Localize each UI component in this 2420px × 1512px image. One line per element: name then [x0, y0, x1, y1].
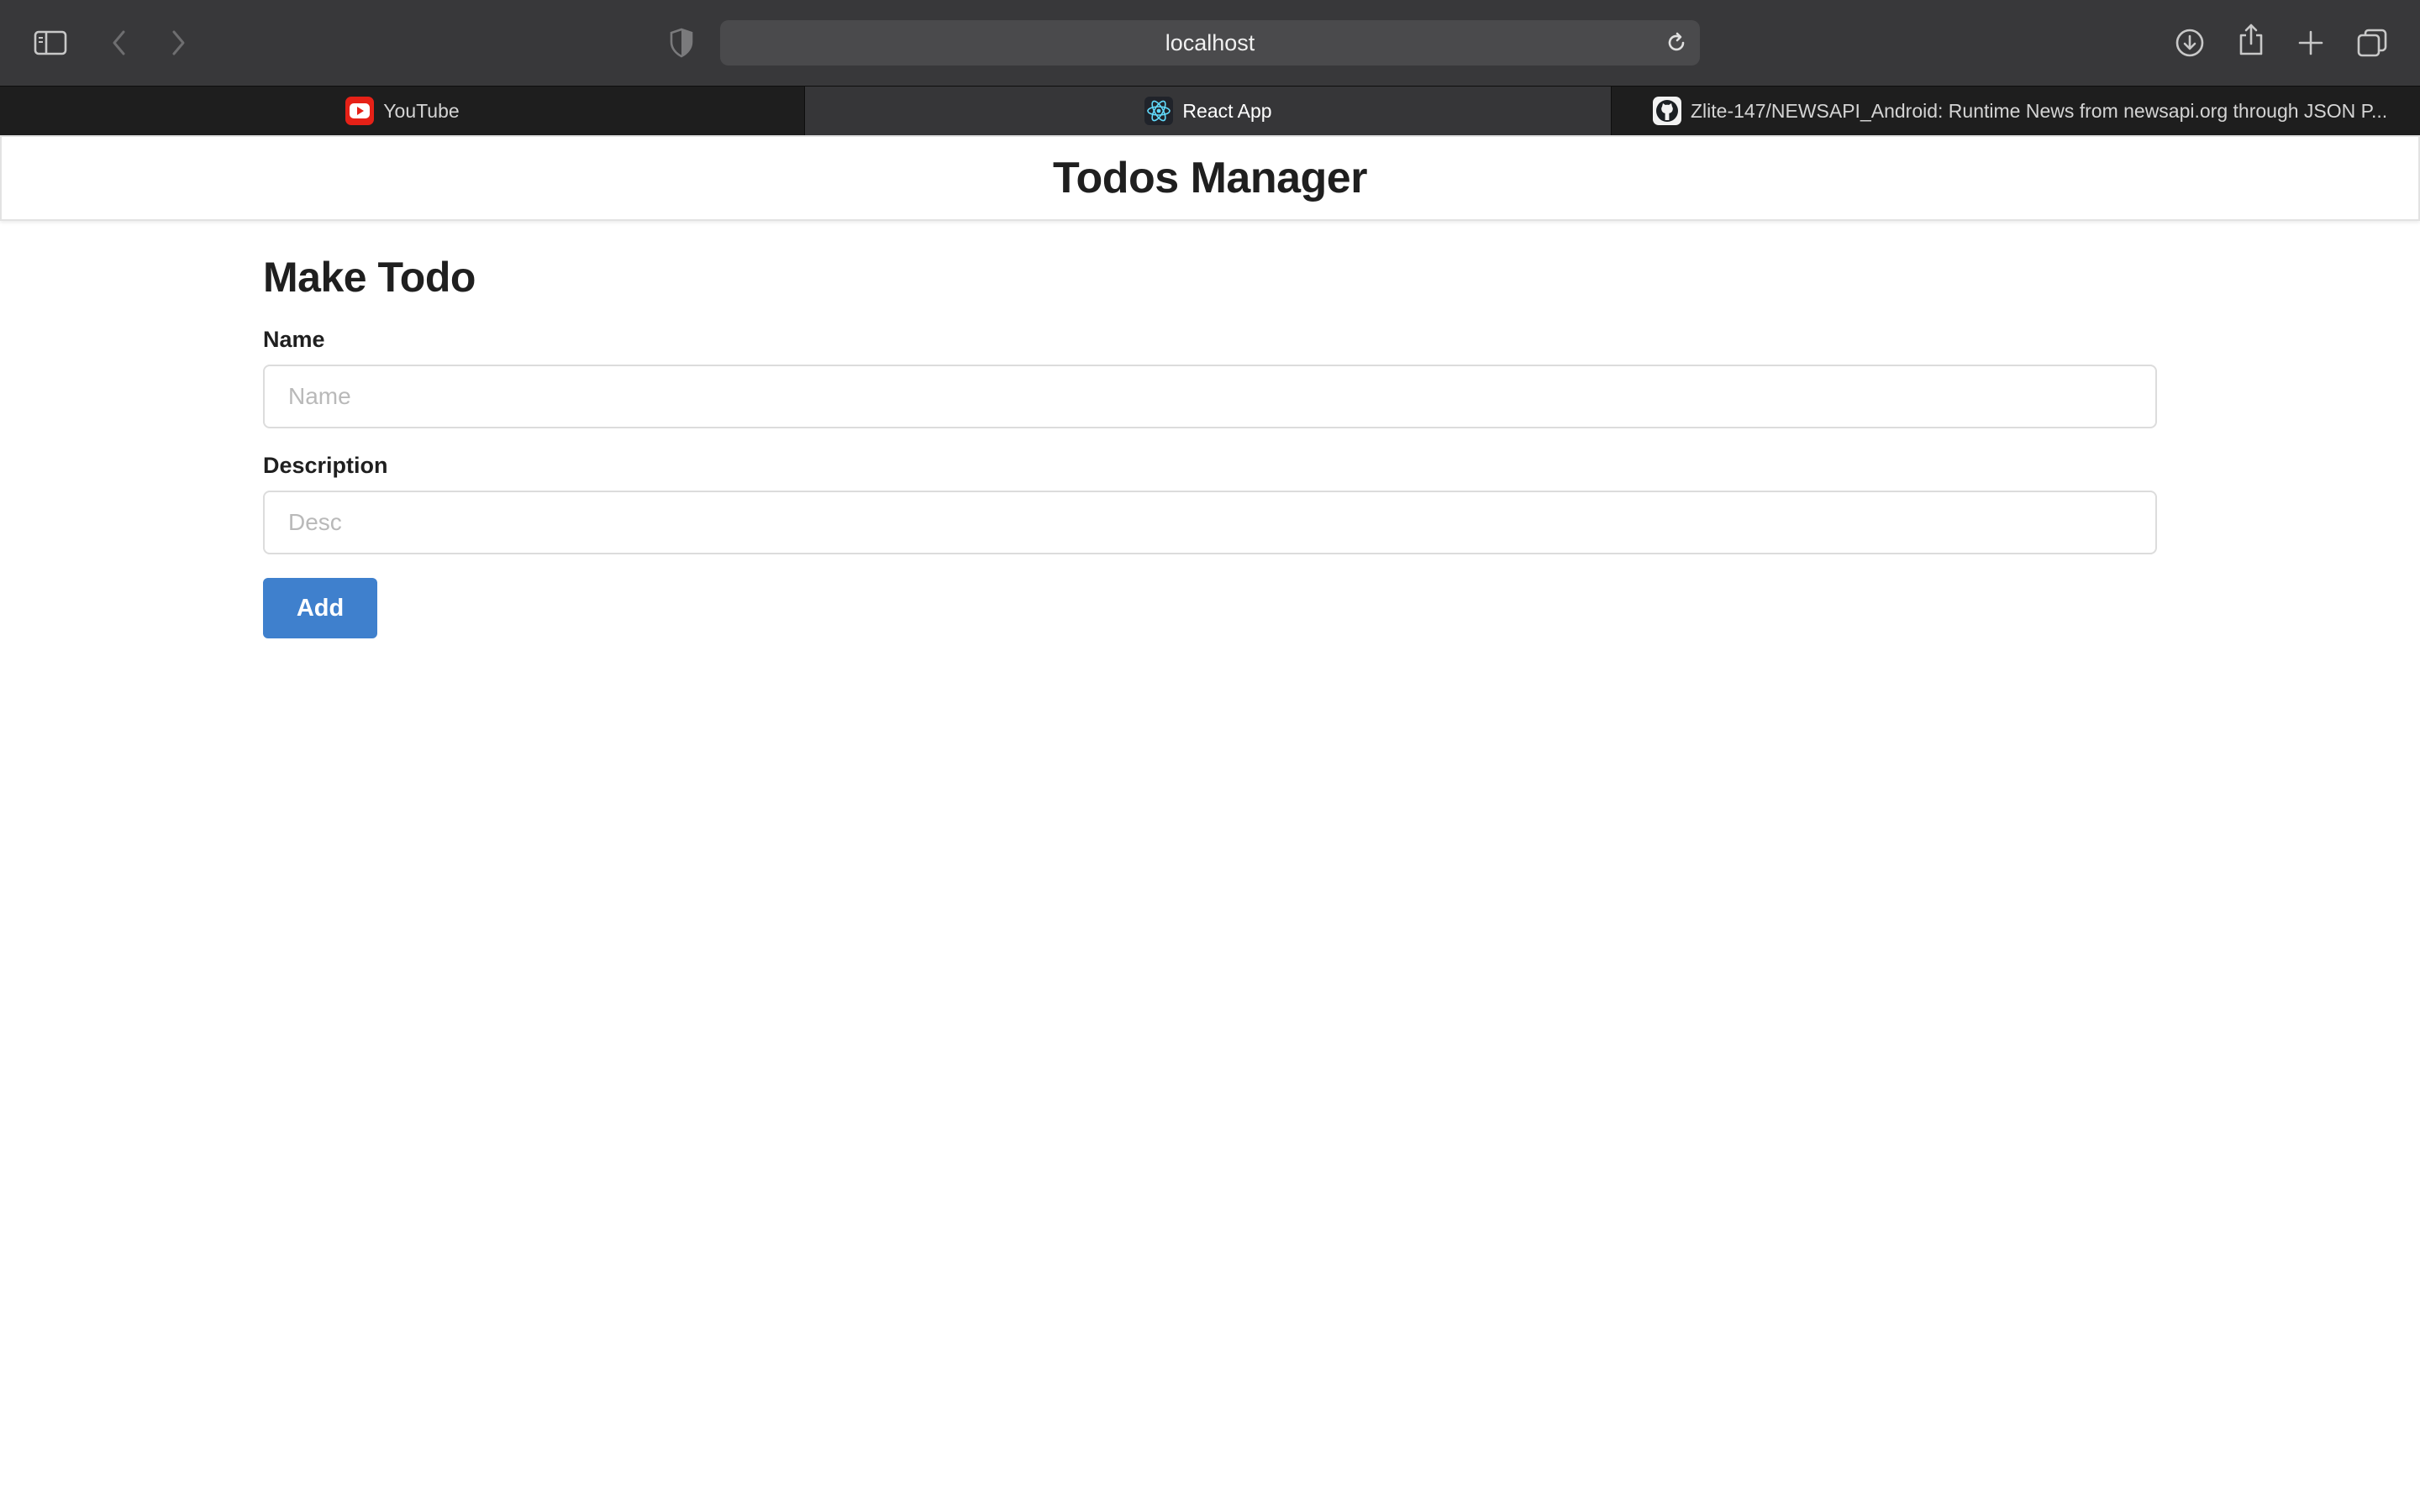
github-icon: [1652, 96, 1682, 126]
add-button[interactable]: Add: [263, 578, 377, 638]
tabs-overview-icon[interactable]: [2355, 26, 2389, 60]
app-header: Todos Manager: [0, 135, 2420, 221]
description-label: Description: [263, 453, 388, 478]
url-text: localhost: [1165, 29, 1255, 55]
tab-github[interactable]: Zlite-147/NEWSAPI_Android: Runtime News …: [1612, 87, 2420, 135]
share-icon[interactable]: [2234, 23, 2268, 56]
reload-icon[interactable]: [1665, 31, 1688, 55]
app-title: Todos Manager: [1053, 154, 1367, 202]
chevron-left-icon[interactable]: [103, 26, 136, 60]
shield-icon[interactable]: [665, 26, 698, 60]
web-page: Todos Manager Make Todo Name Description…: [0, 135, 2420, 1512]
tab-label: React App: [1182, 99, 1272, 122]
tab-label: Zlite-147/NEWSAPI_Android: Runtime News …: [1691, 99, 2388, 122]
download-icon[interactable]: [2173, 26, 2207, 60]
name-label: Name: [263, 327, 325, 352]
tab-react-app[interactable]: React App: [805, 87, 1612, 135]
browser-toolbar: localhost: [0, 0, 2420, 86]
name-input[interactable]: [263, 365, 2157, 428]
tab-youtube[interactable]: YouTube: [0, 87, 805, 135]
plus-icon[interactable]: [2294, 26, 2328, 60]
address-bar[interactable]: localhost: [720, 20, 1700, 66]
youtube-icon: [345, 96, 375, 126]
chevron-right-icon[interactable]: [161, 26, 195, 60]
react-icon: [1144, 96, 1174, 126]
description-input[interactable]: [263, 491, 2157, 554]
sidebar-icon[interactable]: [34, 26, 67, 60]
tab-bar: YouTube React App Zlite-147/NEWSAPI_Andr…: [0, 86, 2420, 135]
tab-label: YouTube: [383, 99, 460, 122]
form-title: Make Todo: [263, 254, 476, 301]
